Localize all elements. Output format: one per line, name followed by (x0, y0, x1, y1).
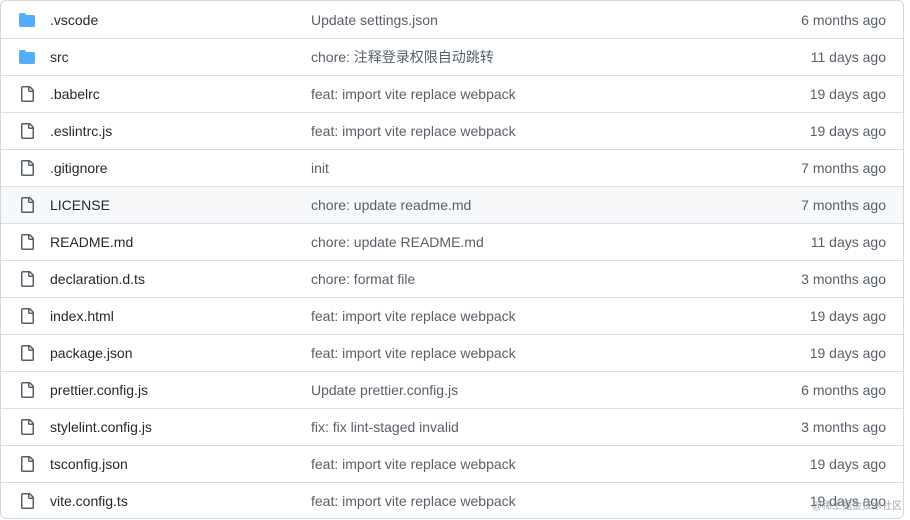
file-row[interactable]: .eslintrc.js feat: import vite replace we… (1, 112, 903, 149)
file-name-link[interactable]: vite.config.ts (50, 493, 128, 509)
file-name-link[interactable]: LICENSE (50, 197, 110, 213)
commit-message-link[interactable]: chore: format file (311, 271, 415, 287)
commit-age: 6 months ago (801, 382, 886, 398)
folder-icon (18, 48, 36, 66)
file-row[interactable]: package.json feat: import vite replace we… (1, 334, 903, 371)
commit-message-link[interactable]: feat: import vite replace webpack (311, 123, 516, 139)
commit-message-link[interactable]: feat: import vite replace webpack (311, 456, 516, 472)
file-list: .vscode Update settings.json 6 months ago s… (0, 0, 904, 519)
commit-message-link[interactable]: feat: import vite replace webpack (311, 86, 516, 102)
commit-age: 3 months ago (801, 271, 886, 287)
file-icon (18, 270, 36, 288)
file-name-link[interactable]: declaration.d.ts (50, 271, 145, 287)
commit-message-link[interactable]: fix: fix lint-staged invalid (311, 419, 459, 435)
file-icon (18, 307, 36, 325)
commit-age: 19 days ago (809, 345, 886, 361)
commit-age: 11 days ago (810, 49, 886, 65)
file-row[interactable]: prettier.config.js Update prettier.config… (1, 371, 903, 408)
file-row[interactable]: vite.config.ts feat: import vite replace … (1, 482, 903, 518)
commit-message-link[interactable]: Update prettier.config.js (311, 382, 458, 398)
file-name-link[interactable]: package.json (50, 345, 133, 361)
file-icon (18, 492, 36, 510)
file-name-link[interactable]: README.md (50, 234, 133, 250)
commit-message-link[interactable]: feat: import vite replace webpack (311, 345, 516, 361)
commit-age: 11 days ago (810, 234, 886, 250)
commit-age: 19 days ago (809, 123, 886, 139)
folder-icon (18, 11, 36, 29)
file-row[interactable]: declaration.d.ts chore: format file 3 mont… (1, 260, 903, 297)
commit-message-link[interactable]: chore: update readme.md (311, 197, 471, 213)
file-name-link[interactable]: index.html (50, 308, 114, 324)
file-name-link[interactable]: prettier.config.js (50, 382, 148, 398)
commit-message-link[interactable]: Update settings.json (311, 12, 438, 28)
watermark: @稀土掘金技术社区 (811, 501, 902, 512)
commit-message-link[interactable]: feat: import vite replace webpack (311, 308, 516, 324)
file-row[interactable]: index.html feat: import vite replace webp… (1, 297, 903, 334)
file-row[interactable]: .vscode Update settings.json 6 months ago (1, 1, 903, 38)
file-row[interactable]: tsconfig.json feat: import vite replace w… (1, 445, 903, 482)
file-icon (18, 196, 36, 214)
commit-message-link[interactable]: chore: update README.md (311, 234, 484, 250)
commit-age: 19 days ago (809, 456, 886, 472)
commit-age: 7 months ago (801, 197, 886, 213)
file-name-link[interactable]: .vscode (50, 12, 98, 28)
commit-message-link[interactable]: chore: 注释登录权限自动跳转 (311, 47, 494, 67)
file-row[interactable]: README.md chore: update README.md 11 days … (1, 223, 903, 260)
file-icon (18, 344, 36, 362)
file-icon (18, 455, 36, 473)
file-name-link[interactable]: .gitignore (50, 160, 108, 176)
file-icon (18, 159, 36, 177)
file-icon (18, 381, 36, 399)
file-row[interactable]: stylelint.config.js fix: fix lint-staged … (1, 408, 903, 445)
file-name-link[interactable]: src (50, 49, 69, 65)
commit-message-link[interactable]: feat: import vite replace webpack (311, 493, 516, 509)
file-row[interactable]: src chore: 注释登录权限自动跳转 11 days ago (1, 38, 903, 75)
commit-message-link[interactable]: init (311, 160, 329, 176)
file-row[interactable]: LICENSE chore: update readme.md 7 months a… (1, 186, 903, 223)
file-name-link[interactable]: .eslintrc.js (50, 123, 112, 139)
commit-age: 6 months ago (801, 11, 886, 28)
file-icon (18, 233, 36, 251)
file-icon (18, 85, 36, 103)
commit-age: 3 months ago (801, 419, 886, 435)
commit-age: 19 days ago (809, 308, 886, 324)
commit-age: 7 months ago (801, 160, 886, 176)
commit-age: 19 days ago (809, 86, 886, 102)
file-row[interactable]: .babelrc feat: import vite replace webpac… (1, 75, 903, 112)
file-name-link[interactable]: .babelrc (50, 86, 100, 102)
file-name-link[interactable]: tsconfig.json (50, 456, 128, 472)
file-icon (18, 122, 36, 140)
file-icon (18, 418, 36, 436)
file-row[interactable]: .gitignore init 7 months ago (1, 149, 903, 186)
file-name-link[interactable]: stylelint.config.js (50, 419, 152, 435)
